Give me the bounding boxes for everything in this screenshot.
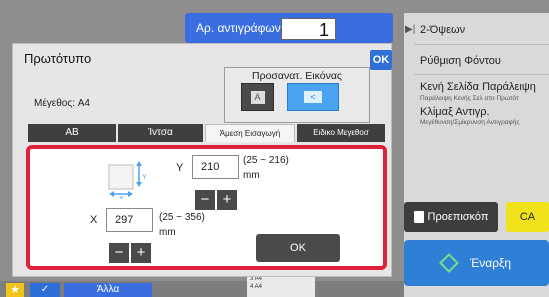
menu-item-duplex[interactable]: 2-Όψεων	[420, 24, 465, 36]
x-unit: mm	[159, 227, 176, 238]
favorite-star-icon[interactable]: ★	[6, 283, 24, 297]
tab-inch[interactable]: Ίντσα	[118, 124, 203, 142]
page-list: 3 A4 4 A4	[247, 275, 315, 297]
paper-size-icon: Y X	[107, 159, 147, 203]
divider	[414, 74, 549, 75]
menu-item-copy-ratio[interactable]: Κλίμαξ Αντιγρ.	[420, 106, 490, 118]
y-label: Y	[176, 162, 184, 174]
y-minus-button[interactable]: −	[195, 190, 215, 210]
tab-custom-size[interactable]: Ειδικο Μεγεθοσ	[297, 124, 385, 142]
y-plus-button[interactable]: +	[217, 190, 237, 210]
ok-button[interactable]: OK	[256, 234, 340, 262]
preview-icon	[413, 211, 424, 223]
copies-input[interactable]: 1	[281, 18, 336, 40]
x-label: X	[90, 214, 98, 226]
x-minus-button[interactable]: −	[109, 243, 129, 263]
menu-item-blank-skip[interactable]: Κενή Σελίδα Παράλειψη	[420, 81, 536, 93]
orientation-portrait-button[interactable]: A	[241, 83, 274, 111]
copies-label: Αρ. αντιγράφων	[196, 21, 281, 35]
x-plus-button[interactable]: +	[131, 243, 151, 263]
menu-item-background[interactable]: Ρύθμιση Φόντου	[420, 55, 501, 67]
y-range: (25 ~ 216)	[243, 155, 289, 166]
preview-button[interactable]: Προεπισκόπ	[404, 202, 498, 232]
orientation-landscape-button[interactable]: <	[287, 83, 339, 111]
ok-button-top[interactable]: OK	[370, 50, 392, 70]
size-label: Μέγεθος: A4	[34, 98, 90, 109]
bottom-bar	[0, 281, 404, 297]
start-icon	[438, 253, 459, 273]
x-range: (25 ~ 356)	[159, 212, 205, 223]
icon-axis-x: X	[119, 196, 124, 199]
y-unit: mm	[243, 170, 260, 181]
icon-axis-y: Y	[142, 174, 147, 181]
menu-item-copy-ratio-sub: Μεγέθυνση/Σμίκρυνση Αντιγραφής	[420, 119, 520, 126]
orientation-label: Προσανατ. Εικόνας	[252, 70, 342, 82]
tab-ab[interactable]: AB	[28, 124, 116, 142]
menu-item-blank-skip-sub: Παράλειψη Κενής Σελ στο Πρωτότ	[420, 95, 519, 102]
start-button[interactable]: Έναρξη	[404, 240, 549, 286]
dialog-title: Πρωτότυπο	[24, 51, 92, 66]
divider	[414, 44, 549, 45]
ca-button[interactable]: CA	[506, 202, 549, 232]
y-input[interactable]: 210	[192, 155, 239, 179]
portrait-icon: A	[250, 90, 265, 104]
checkmark-icon[interactable]: ✓	[30, 283, 60, 297]
expand-arrow-icon[interactable]: ▶|	[405, 24, 419, 35]
preview-label: Προεπισκόπ	[427, 211, 489, 223]
start-label: Έναρξη	[469, 256, 512, 270]
other-button[interactable]: Άλλα	[64, 283, 152, 297]
tab-direct-entry[interactable]: Άμεση Εισαγωγή	[205, 124, 295, 142]
list-item: 4 A4	[250, 284, 263, 290]
landscape-icon: <	[304, 91, 322, 103]
x-input[interactable]: 297	[106, 208, 153, 232]
